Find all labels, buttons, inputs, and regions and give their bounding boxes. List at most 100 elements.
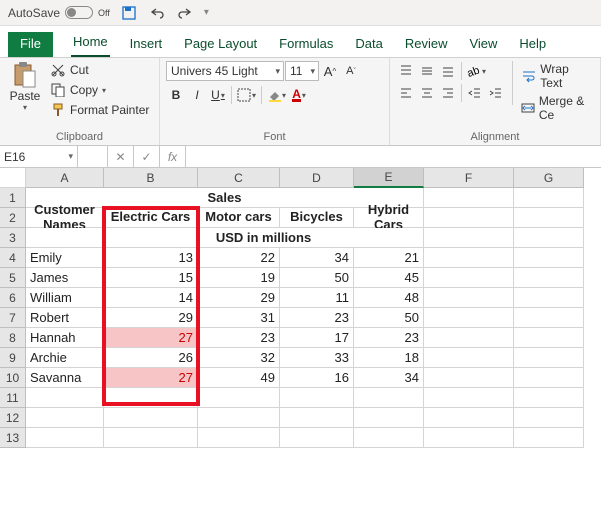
bold-button[interactable]: B [166, 85, 186, 105]
orientation-icon[interactable]: ab [465, 61, 488, 81]
header-label[interactable]: Bicycles [280, 208, 354, 228]
cell-electric[interactable]: 26 [104, 348, 198, 368]
header-label[interactable]: Electric Cars [104, 208, 198, 228]
enter-formula-icon[interactable]: ✓ [134, 146, 160, 167]
cell-electric[interactable]: 29 [104, 308, 198, 328]
merge-button[interactable]: Merge & Ce [519, 93, 594, 123]
cell-hybrid[interactable]: 48 [354, 288, 424, 308]
empty-cell[interactable] [26, 388, 104, 408]
empty-cell[interactable] [104, 388, 198, 408]
row-header-11[interactable]: 11 [0, 388, 26, 408]
empty-cell[interactable] [280, 428, 354, 448]
cell-electric[interactable]: 13 [104, 248, 198, 268]
empty-cell[interactable] [514, 428, 584, 448]
cell-name[interactable]: Hannah [26, 328, 104, 348]
formula-input[interactable] [186, 146, 601, 167]
col-header-G[interactable]: G [514, 168, 584, 188]
cell-G10[interactable] [514, 368, 584, 388]
decrease-font-icon[interactable]: Aˇ [341, 61, 361, 81]
header-label[interactable]: Motor cars [198, 208, 280, 228]
col-header-A[interactable]: A [26, 168, 104, 188]
paste-dropdown-icon[interactable]: ▾ [23, 103, 27, 112]
header-label[interactable]: Customer Names [26, 208, 104, 228]
cell-G3[interactable] [514, 228, 584, 248]
empty-cell[interactable] [26, 428, 104, 448]
format-painter-button[interactable]: Format Painter [48, 101, 151, 119]
empty-cell[interactable] [424, 428, 514, 448]
italic-button[interactable]: I [187, 85, 207, 105]
save-icon[interactable] [120, 4, 138, 22]
cell-electric[interactable]: 27 [104, 328, 198, 348]
cell-name[interactable]: William [26, 288, 104, 308]
cell-F4[interactable] [424, 248, 514, 268]
cell-F8[interactable] [424, 328, 514, 348]
fill-color-button[interactable] [265, 85, 288, 105]
row-header-5[interactable]: 5 [0, 268, 26, 288]
cell-F3[interactable] [424, 228, 514, 248]
align-left-icon[interactable] [396, 83, 416, 103]
cell-F6[interactable] [424, 288, 514, 308]
cell-A3[interactable] [26, 228, 104, 248]
cell-motor[interactable]: 29 [198, 288, 280, 308]
increase-font-icon[interactable]: A^ [320, 61, 340, 81]
empty-cell[interactable] [354, 428, 424, 448]
empty-cell[interactable] [354, 388, 424, 408]
copy-button[interactable]: Copy ▾ [48, 81, 151, 99]
cell-motor[interactable]: 31 [198, 308, 280, 328]
fx-icon[interactable]: fx [160, 146, 186, 167]
font-color-button[interactable]: A [289, 85, 309, 105]
font-name-select[interactable]: Univers 45 Light [166, 61, 284, 81]
align-right-icon[interactable] [438, 83, 458, 103]
cell-F5[interactable] [424, 268, 514, 288]
select-all-corner[interactable] [0, 168, 26, 188]
row-header-6[interactable]: 6 [0, 288, 26, 308]
redo-icon[interactable] [176, 4, 194, 22]
align-top-icon[interactable] [396, 61, 416, 81]
cell-bicycles[interactable]: 23 [280, 308, 354, 328]
col-header-C[interactable]: C [198, 168, 280, 188]
tab-page-layout[interactable]: Page Layout [182, 32, 259, 57]
cut-button[interactable]: Cut [48, 61, 151, 79]
empty-cell[interactable] [280, 408, 354, 428]
cell-name[interactable]: Savanna [26, 368, 104, 388]
row-header-13[interactable]: 13 [0, 428, 26, 448]
empty-cell[interactable] [104, 428, 198, 448]
col-header-F[interactable]: F [424, 168, 514, 188]
cell-electric[interactable]: 14 [104, 288, 198, 308]
decrease-indent-icon[interactable] [465, 83, 485, 103]
cell-electric[interactable]: 15 [104, 268, 198, 288]
cell-hybrid[interactable]: 50 [354, 308, 424, 328]
tab-data[interactable]: Data [353, 32, 384, 57]
row-header-8[interactable]: 8 [0, 328, 26, 348]
cell-motor[interactable]: 22 [198, 248, 280, 268]
row-header-10[interactable]: 10 [0, 368, 26, 388]
cell-F10[interactable] [424, 368, 514, 388]
row-header-12[interactable]: 12 [0, 408, 26, 428]
cell-G2[interactable] [514, 208, 584, 228]
align-center-icon[interactable] [417, 83, 437, 103]
tab-review[interactable]: Review [403, 32, 450, 57]
empty-cell[interactable] [280, 388, 354, 408]
border-button[interactable] [235, 85, 258, 105]
name-box[interactable]: E16 [0, 146, 78, 167]
empty-cell[interactable] [514, 408, 584, 428]
cell-G9[interactable] [514, 348, 584, 368]
empty-cell[interactable] [26, 408, 104, 428]
cell-bicycles[interactable]: 17 [280, 328, 354, 348]
cell-motor[interactable]: 49 [198, 368, 280, 388]
cell-bicycles[interactable]: 50 [280, 268, 354, 288]
col-header-D[interactable]: D [280, 168, 354, 188]
cell-electric[interactable]: 27 [104, 368, 198, 388]
paste-button[interactable]: Paste ▾ [6, 61, 44, 129]
empty-cell[interactable] [354, 408, 424, 428]
cell-motor[interactable]: 19 [198, 268, 280, 288]
cell-motor[interactable]: 32 [198, 348, 280, 368]
cell-name[interactable]: Robert [26, 308, 104, 328]
row-header-4[interactable]: 4 [0, 248, 26, 268]
row-header-3[interactable]: 3 [0, 228, 26, 248]
row-header-2[interactable]: 2 [0, 208, 26, 228]
row-header-1[interactable]: 1 [0, 188, 26, 208]
tab-view[interactable]: View [467, 32, 499, 57]
cell-name[interactable]: Archie [26, 348, 104, 368]
row-header-7[interactable]: 7 [0, 308, 26, 328]
